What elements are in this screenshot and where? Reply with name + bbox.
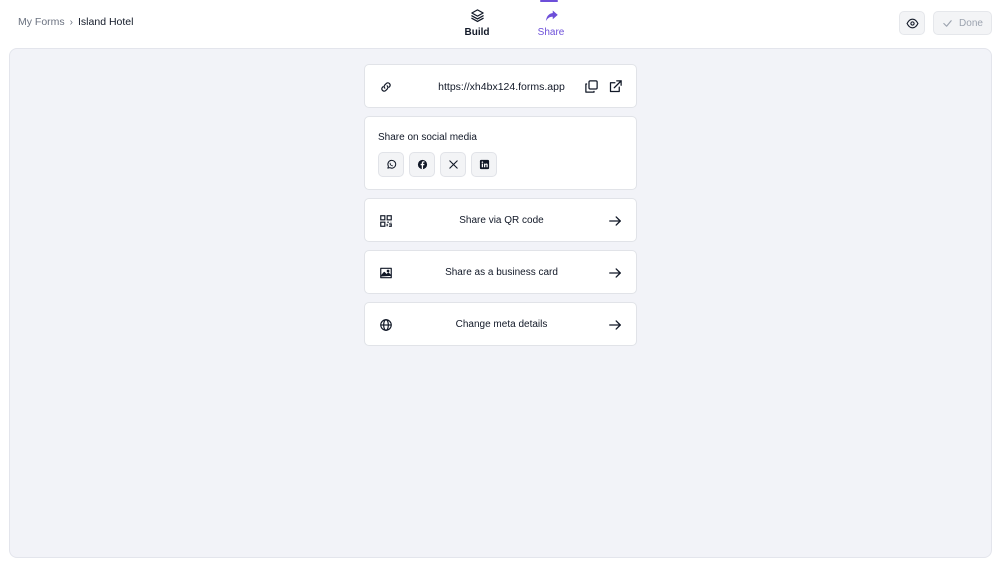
copy-icon[interactable] [584,79,599,94]
breadcrumb-separator: › [69,16,74,28]
share-business-card-card[interactable]: Share as a business card [364,250,637,294]
active-tab-indicator [540,0,558,2]
arrow-right-icon [609,320,621,330]
external-link-icon[interactable] [608,79,623,94]
social-buttons [378,152,502,177]
eye-icon [905,18,919,28]
breadcrumb: My Forms › Island Hotel [18,16,133,28]
mode-tabs: Build Share [440,0,588,46]
facebook-icon [417,159,427,170]
form-url-card: https://xh4bx124.forms.app [364,64,637,108]
share-business-card-label: Share as a business card [445,267,558,278]
done-button-label: Done [959,17,983,29]
arrow-right-icon [609,268,621,278]
tab-build[interactable]: Build [453,0,501,46]
share-whatsapp-button[interactable] [378,152,404,177]
whatsapp-icon [386,159,396,169]
done-button[interactable]: Done [933,11,992,35]
share-qr-code-card[interactable]: Share via QR code [364,198,637,242]
share-linkedin-button[interactable] [471,152,497,177]
change-meta-details-label: Change meta details [455,319,548,330]
tab-share[interactable]: Share [527,0,575,46]
top-bar: My Forms › Island Hotel Build Share Done [0,0,1000,46]
tab-build-label: Build [464,27,490,38]
layers-icon [470,9,484,23]
share-x-button[interactable] [440,152,466,177]
social-share-card: Share on social media [364,116,637,190]
breadcrumb-my-forms[interactable]: My Forms [18,16,65,28]
change-meta-details-card[interactable]: Change meta details [364,302,637,346]
social-share-title: Share on social media [378,132,477,143]
share-facebook-button[interactable] [409,152,435,177]
tab-share-label: Share [537,27,565,38]
arrow-right-icon [609,216,621,226]
preview-button[interactable] [899,11,925,35]
check-icon [943,19,952,27]
breadcrumb-current-form: Island Hotel [78,16,134,28]
x-logo-icon [448,160,458,169]
linkedin-icon [479,159,489,170]
share-arrow-icon [545,10,558,22]
share-qr-code-label: Share via QR code [459,215,544,226]
